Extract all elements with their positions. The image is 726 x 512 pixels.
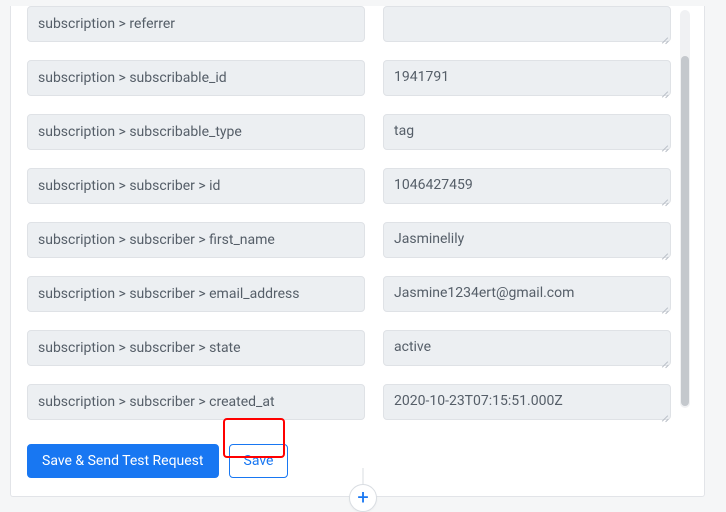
field-row bbox=[27, 6, 676, 46]
field-value-wrap bbox=[383, 384, 671, 424]
field-value-input[interactable] bbox=[383, 60, 671, 96]
field-row bbox=[27, 114, 676, 154]
field-value-wrap bbox=[383, 60, 671, 100]
save-button[interactable]: Save bbox=[229, 444, 289, 478]
field-row bbox=[27, 222, 676, 262]
field-value-input[interactable] bbox=[383, 6, 671, 42]
scrollbar-track[interactable] bbox=[680, 10, 690, 408]
add-step-button[interactable]: + bbox=[349, 484, 377, 512]
field-row bbox=[27, 168, 676, 208]
field-value-input[interactable] bbox=[383, 384, 671, 420]
field-value-input[interactable] bbox=[383, 330, 671, 366]
field-row bbox=[27, 330, 676, 370]
button-row: Save & Send Test Request Save bbox=[27, 444, 688, 478]
field-value-input[interactable] bbox=[383, 168, 671, 204]
field-value-wrap bbox=[383, 276, 671, 316]
request-config-panel: Save & Send Test Request Save bbox=[10, 6, 705, 497]
field-value-wrap bbox=[383, 330, 671, 370]
field-value-wrap bbox=[383, 222, 671, 262]
scrollbar-thumb[interactable] bbox=[681, 56, 689, 406]
field-row bbox=[27, 384, 676, 424]
field-row bbox=[27, 60, 676, 100]
field-key-input[interactable] bbox=[27, 222, 365, 258]
field-value-wrap bbox=[383, 168, 671, 208]
field-value-input[interactable] bbox=[383, 114, 671, 150]
field-rows bbox=[27, 6, 688, 424]
fields-scroll-area bbox=[27, 6, 688, 424]
plus-icon: + bbox=[357, 487, 368, 507]
field-value-wrap bbox=[383, 6, 671, 46]
field-key-input[interactable] bbox=[27, 330, 365, 366]
field-value-input[interactable] bbox=[383, 276, 671, 312]
field-key-input[interactable] bbox=[27, 384, 365, 420]
field-key-input[interactable] bbox=[27, 60, 365, 96]
field-key-input[interactable] bbox=[27, 114, 365, 150]
save-send-test-button[interactable]: Save & Send Test Request bbox=[27, 444, 219, 478]
field-value-input[interactable] bbox=[383, 222, 671, 258]
field-key-input[interactable] bbox=[27, 168, 365, 204]
field-key-input[interactable] bbox=[27, 276, 365, 312]
field-row bbox=[27, 276, 676, 316]
field-key-input[interactable] bbox=[27, 6, 365, 42]
field-value-wrap bbox=[383, 114, 671, 154]
